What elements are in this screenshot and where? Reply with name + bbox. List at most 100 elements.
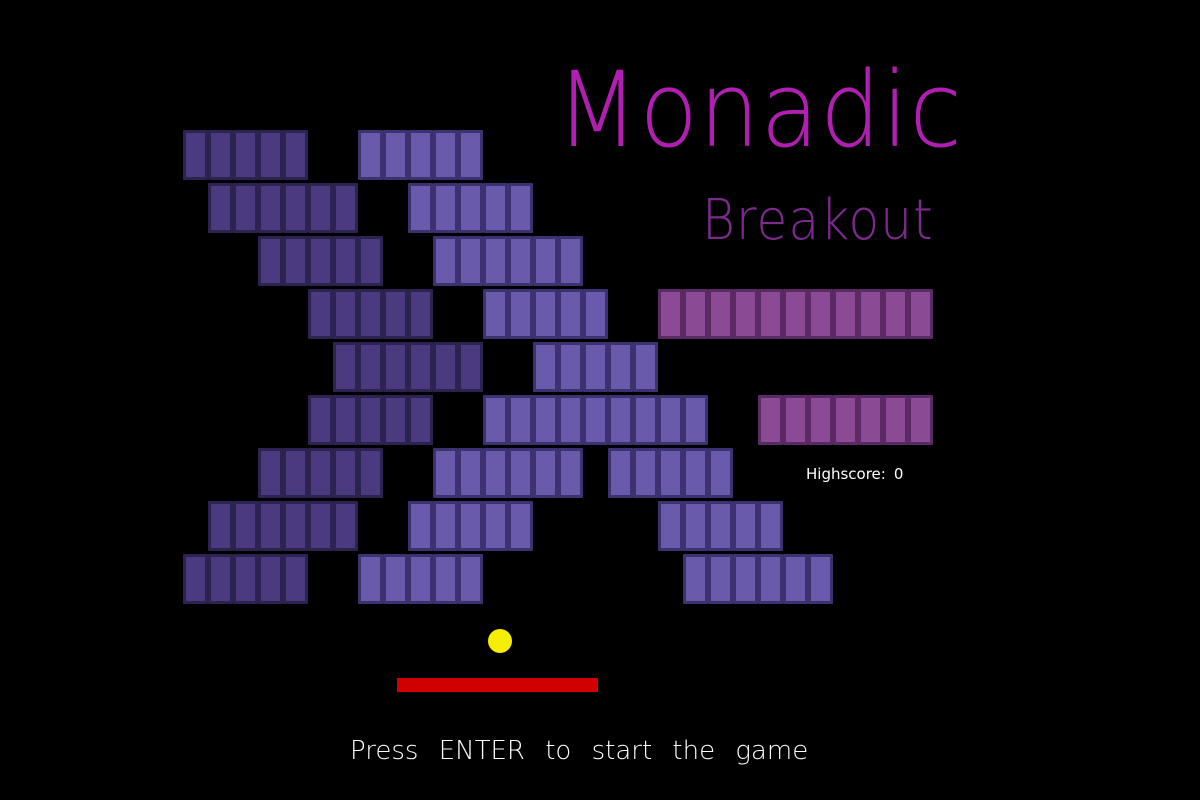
brick bbox=[283, 448, 308, 498]
brick bbox=[333, 342, 358, 392]
brick bbox=[558, 236, 583, 286]
brick bbox=[433, 183, 458, 233]
brick bbox=[758, 554, 783, 604]
brick bbox=[783, 395, 808, 445]
brick bbox=[233, 554, 258, 604]
game-subtitle: Breakout bbox=[702, 188, 934, 253]
brick bbox=[608, 342, 633, 392]
game-title: Monadic bbox=[556, 49, 963, 171]
brick bbox=[333, 395, 358, 445]
brick bbox=[508, 183, 533, 233]
brick bbox=[183, 554, 208, 604]
brick bbox=[658, 289, 683, 339]
brick bbox=[508, 501, 533, 551]
brick bbox=[283, 236, 308, 286]
brick bbox=[683, 395, 708, 445]
brick bbox=[483, 448, 508, 498]
brick bbox=[533, 448, 558, 498]
brick bbox=[633, 342, 658, 392]
brick bbox=[358, 289, 383, 339]
brick bbox=[458, 183, 483, 233]
game-canvas[interactable]: Monadic Breakout Highscore: 0 Press ENTER… bbox=[0, 0, 1200, 800]
brick bbox=[558, 342, 583, 392]
brick bbox=[508, 448, 533, 498]
brick bbox=[483, 289, 508, 339]
brick bbox=[808, 395, 833, 445]
brick bbox=[908, 395, 933, 445]
brick bbox=[358, 130, 383, 180]
brick bbox=[333, 183, 358, 233]
brick bbox=[233, 130, 258, 180]
brick bbox=[433, 130, 458, 180]
brick bbox=[408, 395, 433, 445]
brick bbox=[508, 236, 533, 286]
brick bbox=[308, 501, 333, 551]
brick bbox=[733, 501, 758, 551]
brick bbox=[733, 289, 758, 339]
brick bbox=[583, 342, 608, 392]
brick bbox=[333, 501, 358, 551]
brick bbox=[408, 130, 433, 180]
brick bbox=[583, 395, 608, 445]
highscore-value: 0 bbox=[893, 465, 904, 483]
brick bbox=[558, 448, 583, 498]
brick bbox=[908, 289, 933, 339]
brick bbox=[383, 395, 408, 445]
brick bbox=[258, 236, 283, 286]
brick bbox=[633, 448, 658, 498]
brick bbox=[758, 289, 783, 339]
brick bbox=[458, 554, 483, 604]
brick bbox=[458, 236, 483, 286]
brick bbox=[383, 130, 408, 180]
brick bbox=[683, 289, 708, 339]
start-prompt: Press ENTER to start the game bbox=[350, 736, 809, 766]
brick bbox=[358, 554, 383, 604]
brick bbox=[258, 448, 283, 498]
highscore-display: Highscore: 0 bbox=[806, 464, 903, 484]
brick bbox=[183, 130, 208, 180]
paddle[interactable] bbox=[397, 678, 598, 692]
brick bbox=[308, 448, 333, 498]
brick bbox=[508, 289, 533, 339]
brick bbox=[458, 342, 483, 392]
brick bbox=[483, 236, 508, 286]
brick bbox=[533, 342, 558, 392]
brick bbox=[858, 395, 883, 445]
brick bbox=[433, 448, 458, 498]
brick bbox=[508, 395, 533, 445]
brick bbox=[358, 342, 383, 392]
brick bbox=[533, 395, 558, 445]
brick bbox=[808, 554, 833, 604]
brick bbox=[708, 289, 733, 339]
brick bbox=[833, 289, 858, 339]
brick bbox=[408, 501, 433, 551]
brick bbox=[283, 554, 308, 604]
ball bbox=[488, 629, 512, 653]
brick bbox=[558, 395, 583, 445]
brick bbox=[608, 448, 633, 498]
brick bbox=[658, 395, 683, 445]
brick bbox=[733, 554, 758, 604]
brick bbox=[433, 236, 458, 286]
brick bbox=[258, 501, 283, 551]
brick bbox=[308, 395, 333, 445]
brick bbox=[808, 289, 833, 339]
brick bbox=[383, 289, 408, 339]
brick bbox=[558, 289, 583, 339]
brick bbox=[658, 448, 683, 498]
brick bbox=[208, 554, 233, 604]
brick bbox=[708, 448, 733, 498]
brick bbox=[758, 395, 783, 445]
brick bbox=[483, 501, 508, 551]
brick bbox=[408, 289, 433, 339]
brick bbox=[358, 236, 383, 286]
brick bbox=[833, 395, 858, 445]
brick bbox=[458, 448, 483, 498]
brick bbox=[283, 130, 308, 180]
brick bbox=[408, 183, 433, 233]
brick bbox=[883, 395, 908, 445]
highscore-label: Highscore: bbox=[806, 465, 886, 483]
brick bbox=[783, 554, 808, 604]
brick bbox=[408, 342, 433, 392]
brick bbox=[233, 183, 258, 233]
